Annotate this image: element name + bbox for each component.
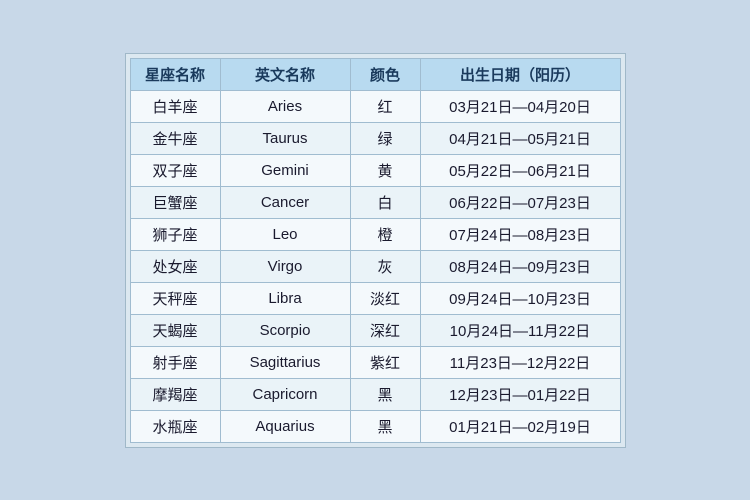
cell-chinese: 巨蟹座 — [130, 186, 220, 218]
cell-date: 12月23日—01月22日 — [420, 378, 620, 410]
cell-chinese: 白羊座 — [130, 90, 220, 122]
cell-english: Gemini — [220, 154, 350, 186]
cell-english: Aries — [220, 90, 350, 122]
cell-color: 黑 — [350, 378, 420, 410]
cell-english: Cancer — [220, 186, 350, 218]
cell-english: Libra — [220, 282, 350, 314]
table-header-row: 星座名称 英文名称 颜色 出生日期（阳历） — [130, 58, 620, 90]
cell-english: Scorpio — [220, 314, 350, 346]
cell-date: 04月21日—05月21日 — [420, 122, 620, 154]
cell-chinese: 双子座 — [130, 154, 220, 186]
table-row: 天秤座Libra淡红09月24日—10月23日 — [130, 282, 620, 314]
cell-color: 黑 — [350, 410, 420, 442]
cell-color: 黄 — [350, 154, 420, 186]
cell-english: Leo — [220, 218, 350, 250]
cell-english: Taurus — [220, 122, 350, 154]
cell-date: 08月24日—09月23日 — [420, 250, 620, 282]
cell-chinese: 射手座 — [130, 346, 220, 378]
cell-date: 01月21日—02月19日 — [420, 410, 620, 442]
cell-chinese: 摩羯座 — [130, 378, 220, 410]
cell-chinese: 天秤座 — [130, 282, 220, 314]
cell-color: 红 — [350, 90, 420, 122]
header-chinese: 星座名称 — [130, 58, 220, 90]
cell-color: 灰 — [350, 250, 420, 282]
cell-english: Virgo — [220, 250, 350, 282]
cell-date: 06月22日—07月23日 — [420, 186, 620, 218]
cell-color: 淡红 — [350, 282, 420, 314]
table-row: 水瓶座Aquarius黑01月21日—02月19日 — [130, 410, 620, 442]
table-row: 处女座Virgo灰08月24日—09月23日 — [130, 250, 620, 282]
cell-date: 10月24日—11月22日 — [420, 314, 620, 346]
cell-english: Capricorn — [220, 378, 350, 410]
cell-english: Aquarius — [220, 410, 350, 442]
cell-chinese: 金牛座 — [130, 122, 220, 154]
cell-color: 绿 — [350, 122, 420, 154]
cell-chinese: 天蝎座 — [130, 314, 220, 346]
table-row: 巨蟹座Cancer白06月22日—07月23日 — [130, 186, 620, 218]
cell-date: 09月24日—10月23日 — [420, 282, 620, 314]
cell-color: 紫红 — [350, 346, 420, 378]
cell-color: 橙 — [350, 218, 420, 250]
cell-chinese: 处女座 — [130, 250, 220, 282]
table-row: 摩羯座Capricorn黑12月23日—01月22日 — [130, 378, 620, 410]
table-row: 天蝎座Scorpio深红10月24日—11月22日 — [130, 314, 620, 346]
table-row: 金牛座Taurus绿04月21日—05月21日 — [130, 122, 620, 154]
header-date: 出生日期（阳历） — [420, 58, 620, 90]
cell-date: 03月21日—04月20日 — [420, 90, 620, 122]
cell-chinese: 狮子座 — [130, 218, 220, 250]
cell-color: 白 — [350, 186, 420, 218]
table-row: 狮子座Leo橙07月24日—08月23日 — [130, 218, 620, 250]
cell-color: 深红 — [350, 314, 420, 346]
cell-date: 05月22日—06月21日 — [420, 154, 620, 186]
cell-english: Sagittarius — [220, 346, 350, 378]
cell-date: 11月23日—12月22日 — [420, 346, 620, 378]
table-body: 白羊座Aries红03月21日—04月20日金牛座Taurus绿04月21日—0… — [130, 90, 620, 442]
table-row: 射手座Sagittarius紫红11月23日—12月22日 — [130, 346, 620, 378]
cell-chinese: 水瓶座 — [130, 410, 220, 442]
table-row: 双子座Gemini黄05月22日—06月21日 — [130, 154, 620, 186]
table-row: 白羊座Aries红03月21日—04月20日 — [130, 90, 620, 122]
header-color: 颜色 — [350, 58, 420, 90]
zodiac-table-container: 星座名称 英文名称 颜色 出生日期（阳历） 白羊座Aries红03月21日—04… — [125, 53, 626, 448]
zodiac-table: 星座名称 英文名称 颜色 出生日期（阳历） 白羊座Aries红03月21日—04… — [130, 58, 621, 443]
cell-date: 07月24日—08月23日 — [420, 218, 620, 250]
header-english: 英文名称 — [220, 58, 350, 90]
